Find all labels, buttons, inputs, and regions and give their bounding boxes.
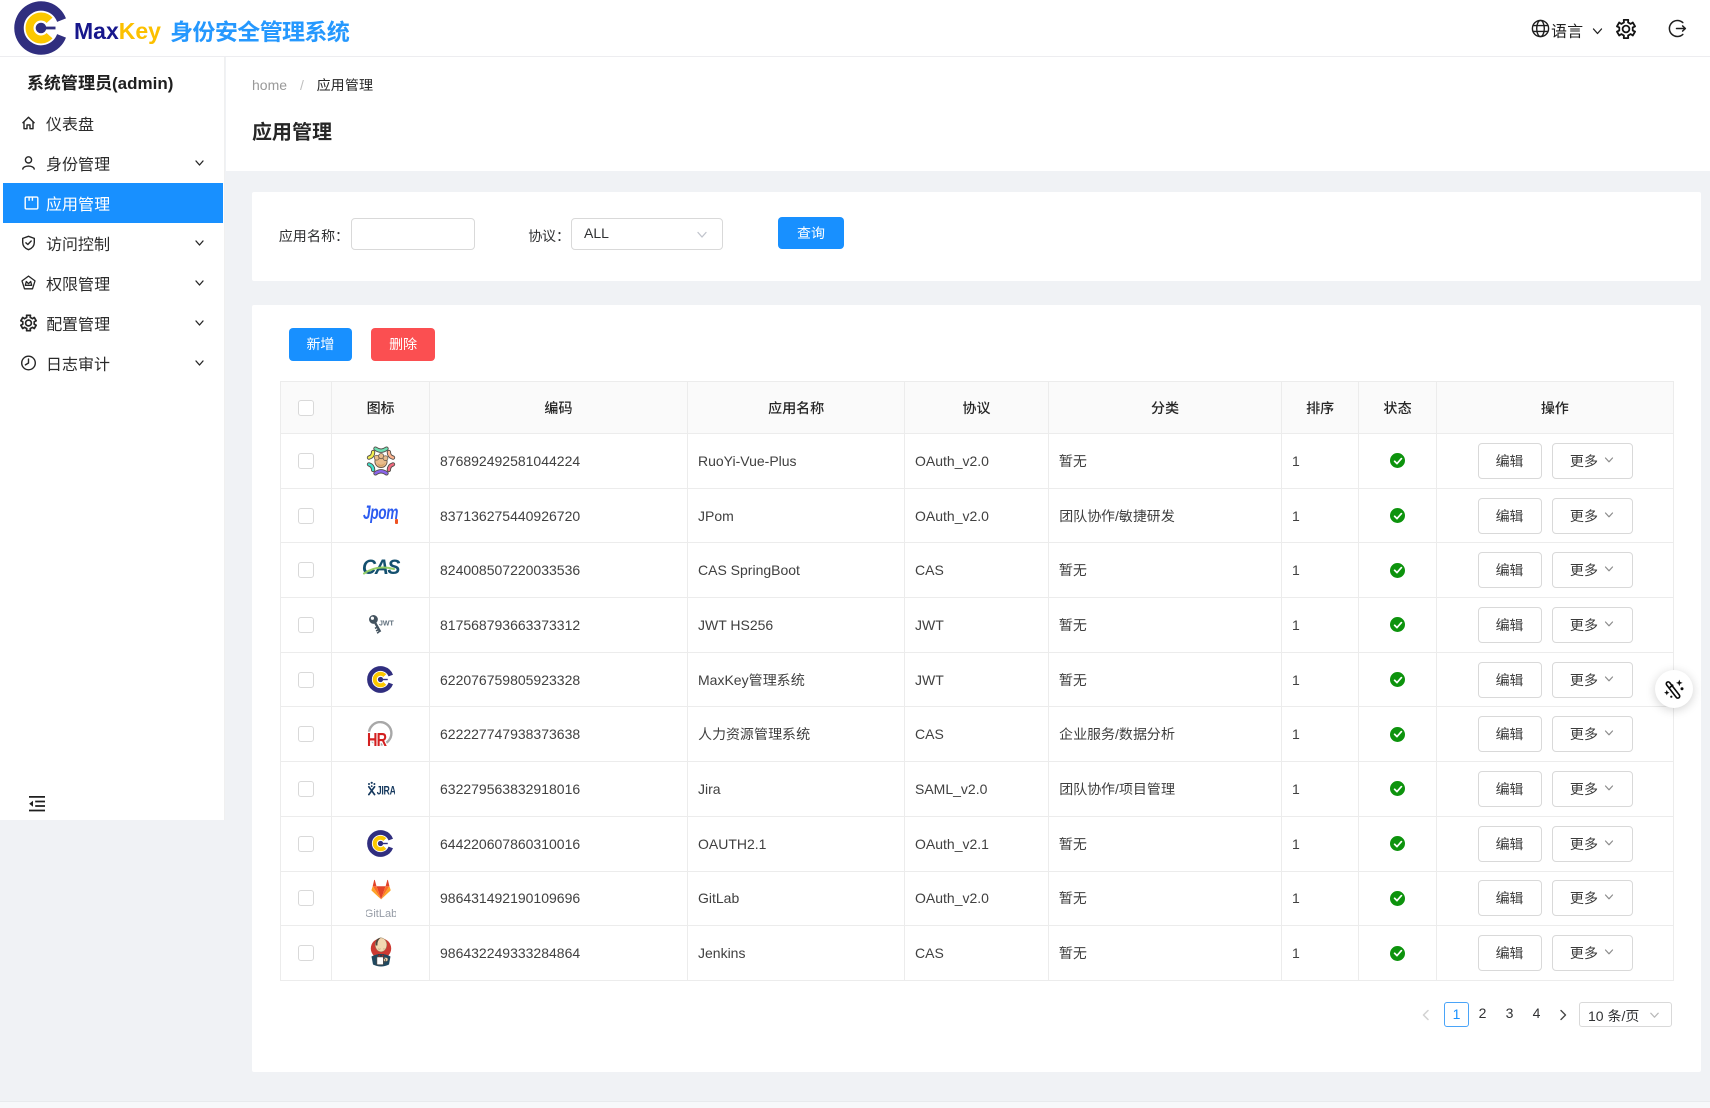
svg-text:HR: HR <box>367 729 387 748</box>
svg-text:GitLab: GitLab <box>366 908 396 919</box>
svg-text:JIRA: JIRA <box>376 786 394 798</box>
svg-text:JWT: JWT <box>379 620 394 627</box>
